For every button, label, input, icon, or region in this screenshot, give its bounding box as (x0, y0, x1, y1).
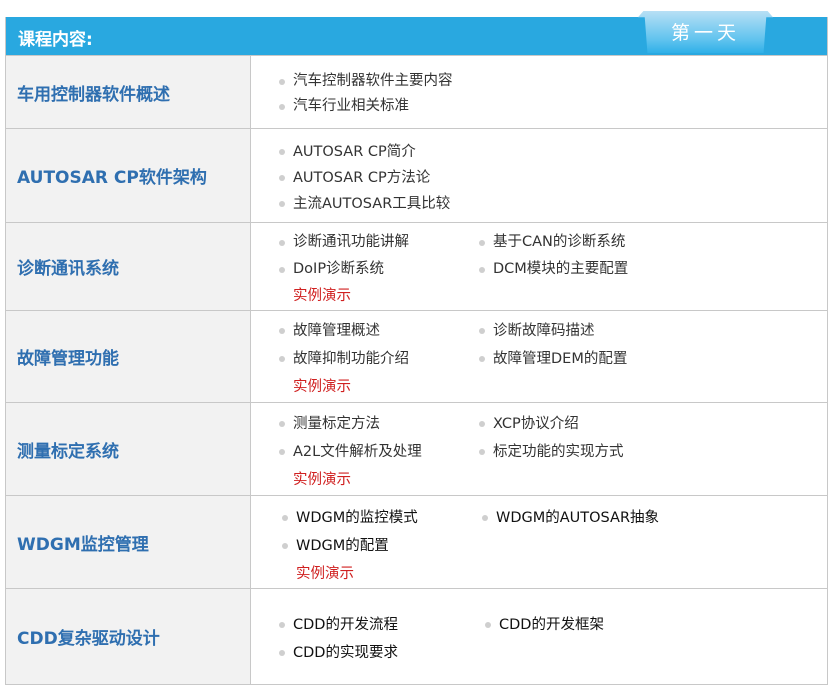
course-module-title: CDD复杂驱动设计 (6, 589, 251, 684)
course-topics: 故障管理概述 诊断故障码描述 故障抑制功能介绍 故障管理DEM的配置实例演示 (251, 311, 827, 402)
header-title: 课程内容: (18, 30, 93, 50)
topic-item: 基于CAN的诊断系统 (479, 229, 723, 256)
course-row: 测量标定系统 测量标定方法 XCP协议介绍 A2L文件解析及处理 标定功能的实现方式实例… (6, 402, 827, 495)
course-topics: AUTOSAR CP简介 AUTOSAR CP方法论 主流AUTOSAR工具比较 (251, 129, 827, 222)
demo-label: 实例演示 (293, 379, 351, 395)
topic-item: 测量标定方法 (279, 410, 483, 438)
topic-item: 诊断故障码描述 (479, 317, 723, 345)
course-module-title: AUTOSAR CP软件架构 (6, 129, 251, 222)
course-row: 车用控制器软件概述 汽车控制器软件主要内容 汽车行业相关标准 (6, 55, 827, 128)
topic-item: CDD的实现要求 (279, 639, 489, 667)
course-module-title: WDGM监控管理 (6, 496, 251, 588)
course-row: AUTOSAR CP软件架构 AUTOSAR CP简介 AUTOSAR CP方法论主… (6, 128, 827, 222)
demo-label: 实例演示 (293, 288, 351, 304)
topic-item: CDD的开发框架 (485, 611, 729, 639)
course-topics: CDD的开发流程 CDD的开发框架 CDD的实现要求 (251, 589, 827, 684)
course-topics: 诊断通讯功能讲解 基于CAN的诊断系统 DoIP诊断系统 DCM模块的主要配置实例演示 (251, 223, 827, 310)
topic-item: 标定功能的实现方式 (479, 438, 723, 466)
demo-label: 实例演示 (296, 566, 354, 582)
topic-item: AUTOSAR CP简介 (279, 139, 683, 165)
topic-item: CDD的开发流程 (279, 611, 489, 639)
topic-item: AUTOSAR CP方法论 (279, 165, 683, 191)
course-content-table: 课程内容: 第一天 车用控制器软件概述 汽车控制器软件主要内容 汽车行业相关标准 AU… (5, 11, 828, 685)
course-module-title: 诊断通讯系统 (6, 223, 251, 310)
topic-item: 故障管理概述 (279, 317, 483, 345)
topic-item: 主流AUTOSAR工具比较 (279, 191, 683, 217)
course-row: WDGM监控管理 WDGM的监控模式 WDGM的AUTOSAR抽象 WDGM的配置 实例… (6, 495, 827, 588)
course-module-title: 故障管理功能 (6, 311, 251, 402)
course-module-title: 测量标定系统 (6, 403, 251, 495)
topic-item: 汽车控制器软件主要内容 (279, 69, 683, 94)
topic-item: WDGM的AUTOSAR抽象 (482, 504, 726, 532)
topic-item: 故障抑制功能介绍 (279, 345, 483, 373)
day-tab[interactable]: 第一天 (638, 11, 773, 53)
topic-item: 诊断通讯功能讲解 (279, 229, 483, 256)
course-row: 故障管理功能 故障管理概述 诊断故障码描述 故障抑制功能介绍 故障管理DEM的配置实例演… (6, 310, 827, 402)
topic-item: 汽车行业相关标准 (279, 94, 683, 119)
course-topics: 汽车控制器软件主要内容 汽车行业相关标准 (251, 56, 827, 128)
topic-item: WDGM的配置 (282, 532, 486, 560)
course-topics: WDGM的监控模式 WDGM的AUTOSAR抽象 WDGM的配置实例演示 (251, 496, 827, 588)
topic-item: A2L文件解析及处理 (279, 438, 483, 466)
course-topics: 测量标定方法 XCP协议介绍 A2L文件解析及处理 标定功能的实现方式实例演示 (251, 403, 827, 495)
course-rows: 车用控制器软件概述 汽车控制器软件主要内容 汽车行业相关标准 AUTOSAR CP软件… (6, 55, 827, 684)
course-module-title: 车用控制器软件概述 (6, 56, 251, 128)
topic-item: XCP协议介绍 (479, 410, 723, 438)
topic-item: 故障管理DEM的配置 (479, 345, 723, 373)
course-row: CDD复杂驱动设计 CDD的开发流程 CDD的开发框架 CDD的实现要求 (6, 588, 827, 684)
table-header: 课程内容: 第一天 (6, 11, 827, 55)
topic-item: WDGM的监控模式 (282, 504, 486, 532)
demo-label: 实例演示 (293, 472, 351, 488)
topic-item: DCM模块的主要配置 (479, 256, 723, 283)
course-row: 诊断通讯系统 诊断通讯功能讲解 基于CAN的诊断系统 DoIP诊断系统 DCM模块的主要… (6, 222, 827, 310)
topic-item: DoIP诊断系统 (279, 256, 483, 283)
